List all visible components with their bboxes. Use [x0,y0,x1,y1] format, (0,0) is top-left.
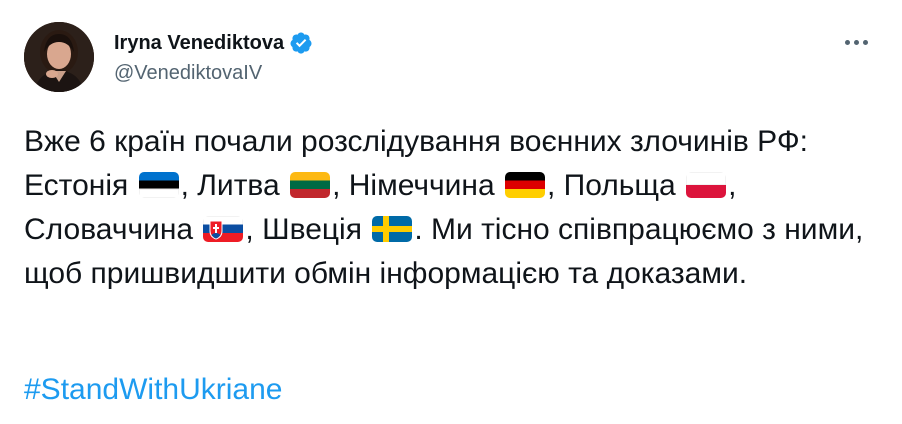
verified-badge-icon [290,32,312,54]
tweet-text: Вже 6 країн почали розслідування воєнних… [24,120,884,296]
slovakia-flag-icon [203,216,244,242]
hashtag-link[interactable]: #StandWithUkriane [24,368,282,412]
tweet-text-part: , Німеччина [332,169,503,202]
tweet-text-part: , Литва [180,169,289,202]
tweet-text-part: , Швеція [245,213,371,246]
sweden-flag-icon [372,216,413,242]
tweet-card: Iryna Venediktova @VenediktovaIV Вже 6 к… [0,0,902,424]
poland-flag-icon [686,172,727,198]
tweet-text-part: , Польща [546,169,685,202]
more-dot [853,39,859,45]
lithuania-flag-icon [290,172,331,198]
more-dot [862,39,868,45]
author-display-name[interactable]: Iryna Venediktova [114,32,284,55]
author-handle[interactable]: @VenediktovaIV [114,62,313,85]
avatar[interactable] [24,22,94,92]
author-block: Iryna Venediktova @VenediktovaIV [114,30,313,85]
more-dot [844,39,850,45]
germany-flag-icon [504,172,545,198]
estonia-flag-icon [138,172,179,198]
author-name-row: Iryna Venediktova [114,30,313,56]
more-options-icon[interactable] [836,32,876,52]
